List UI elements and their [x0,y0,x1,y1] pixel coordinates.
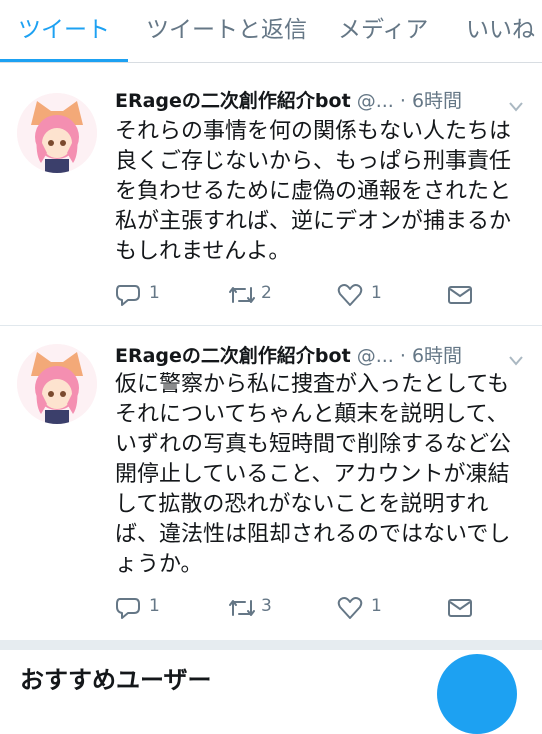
envelope-icon [448,599,472,617]
direct-message-button[interactable] [447,593,473,623]
tweet-time[interactable]: 6時間 [412,90,462,112]
tweet-header: ERageの二次創作紹介bot @... · 6時間 [115,87,515,115]
suggested-users-heading: おすすめユーザー [20,666,212,694]
avatar[interactable] [17,93,97,173]
reply-count: 1 [149,283,160,303]
profile-tabs: ツイート ツイートと返信 メディア いいね [0,0,542,63]
author-handle[interactable]: @... [357,345,394,367]
tweet-time[interactable]: 6時間 [412,345,462,367]
heart-outline-icon [337,597,363,619]
compose-tweet-button[interactable] [437,654,517,734]
envelope-icon [448,286,472,304]
tweet[interactable]: ERageの二次創作紹介bot @... · 6時間 それらの事情を何の関係もな… [0,63,542,325]
section-divider [0,640,542,650]
chevron-down-icon[interactable] [508,352,524,366]
retweet-arrows-icon [229,600,255,616]
heart-outline-icon [337,284,363,306]
reply-count: 1 [149,596,160,616]
separator-dot: · [399,345,406,367]
speech-bubble-icon [116,598,140,619]
tab-media[interactable]: メディア [338,16,428,44]
author-name[interactable]: ERageの二次創作紹介bot [115,345,351,367]
direct-message-button[interactable] [447,280,473,310]
author-handle[interactable]: @... [357,90,394,112]
speech-bubble-icon [116,285,140,306]
retweet-count: 3 [261,596,272,616]
like-count: 1 [371,596,382,616]
author-name[interactable]: ERageの二次創作紹介bot [115,90,351,112]
like-count: 1 [371,283,382,303]
separator-dot: · [399,90,406,112]
retweet-arrows-icon [229,287,255,303]
tweet-actions: 1 3 1 [115,593,515,623]
retweet-count: 2 [261,283,272,303]
avatar[interactable] [17,344,97,424]
chevron-down-icon[interactable] [508,98,524,112]
active-tab-indicator [0,59,128,62]
tweet[interactable]: ERageの二次創作紹介bot @... · 6時間 仮に警察から私に捜査が入っ… [0,326,542,640]
tab-tweets[interactable]: ツイート [18,16,110,44]
tab-likes[interactable]: いいね [466,16,535,44]
tweet-header: ERageの二次創作紹介bot @... · 6時間 [115,342,515,370]
tweet-actions: 1 2 1 [115,280,515,310]
tab-tweets-and-replies[interactable]: ツイートと返信 [146,16,307,44]
tweet-text: 仮に警察から私に捜査が入ったとしても それについてちゃんと顛末を説明して、 いず… [115,372,512,577]
tweet-text: それらの事情を何の関係もない人たちは 良くご存じないから、もっぱら刑事責任 を負… [115,119,512,264]
